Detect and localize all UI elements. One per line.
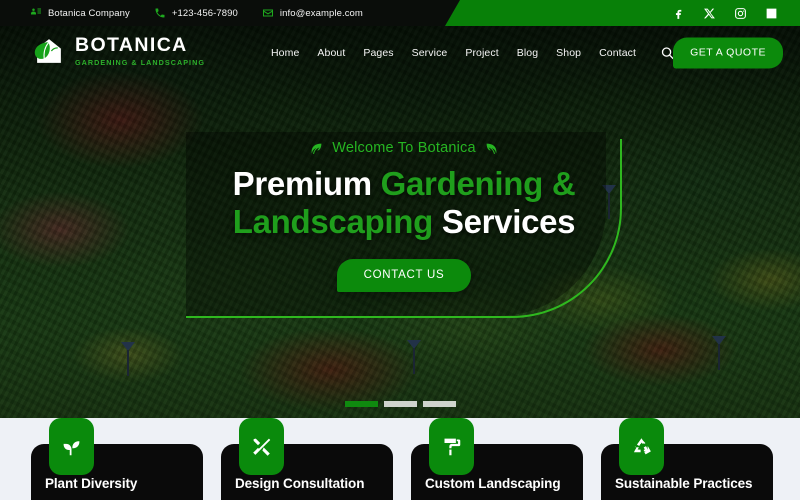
slider-dot-1[interactable] [344, 401, 378, 407]
topbar-phone[interactable]: +123-456-7890 [154, 7, 238, 19]
logo-tagline: GARDENING & LANDSCAPING [75, 57, 205, 67]
phone-icon [154, 7, 166, 19]
hero-heading-part: Gardening & [380, 165, 576, 202]
hero-eyebrow-label: Welcome To Botanica [332, 140, 476, 156]
hero-heading-part: Premium [232, 165, 381, 202]
topbar-email[interactable]: info@example.com [262, 7, 363, 19]
feature-card-title: Custom Landscaping [425, 476, 561, 491]
get-a-quote-button[interactable]: GET A QUOTE [673, 37, 783, 68]
hero-heading: Premium Gardening & Landscaping Services [186, 165, 622, 242]
logo-name: BOTANICA [75, 34, 188, 57]
logo-text: BOTANICA GARDENING & LANDSCAPING [75, 36, 205, 66]
nav-item-about[interactable]: About [308, 47, 354, 59]
feature-cards: Plant Diversity Design Consultation Cust… [0, 418, 800, 500]
hero-slider-indicators [0, 401, 800, 407]
logo[interactable]: BOTANICA GARDENING & LANDSCAPING [30, 32, 205, 70]
main-navigation: Home About Pages Service Project Blog Sh… [262, 26, 645, 79]
feature-card-title: Plant Diversity [45, 476, 138, 491]
mail-icon [262, 7, 274, 19]
linkedin-icon[interactable] [765, 7, 778, 20]
contact-us-button[interactable]: CONTACT US [336, 258, 472, 292]
paint-roller-icon [429, 418, 474, 475]
nav-item-shop[interactable]: Shop [547, 47, 590, 59]
hero-heading-part: Landscaping [232, 203, 434, 241]
recycle-icon [619, 418, 664, 475]
nav-item-project[interactable]: Project [456, 47, 507, 59]
feature-card-design-consultation[interactable]: Design Consultation [221, 418, 393, 500]
features-section: Plant Diversity Design Consultation Cust… [0, 418, 800, 500]
hero-content: Welcome To Botanica Premium Gardening & … [186, 140, 622, 292]
company-icon [30, 7, 42, 19]
x-twitter-icon[interactable] [703, 7, 716, 20]
topbar-company[interactable]: Botanica Company [30, 7, 130, 19]
hero-heading-part: Services [432, 203, 576, 241]
topbar-email-label: info@example.com [279, 7, 363, 19]
top-bar-contact-list: Botanica Company +123-456-7890 info@exam… [30, 0, 387, 26]
top-bar: Botanica Company +123-456-7890 info@exam… [0, 0, 800, 26]
feature-card-sustainable-practices[interactable]: Sustainable Practices [601, 418, 773, 500]
instagram-icon[interactable] [734, 7, 747, 20]
hero-eyebrow: Welcome To Botanica [186, 140, 622, 156]
botanica-leaf-house-icon [30, 32, 68, 70]
nav-item-blog[interactable]: Blog [508, 47, 547, 59]
slider-dot-3[interactable] [422, 401, 456, 407]
nav-item-pages[interactable]: Pages [354, 47, 402, 59]
nav-item-contact[interactable]: Contact [590, 47, 645, 59]
site-header: BOTANICA GARDENING & LANDSCAPING Home Ab… [0, 26, 800, 79]
leaf-icon [485, 142, 498, 155]
topbar-phone-label: +123-456-7890 [171, 7, 238, 19]
feature-card-title: Design Consultation [235, 476, 365, 491]
slider-dot-2[interactable] [383, 401, 417, 407]
facebook-icon[interactable] [672, 7, 685, 20]
feature-card-custom-landscaping[interactable]: Custom Landscaping [411, 418, 583, 500]
seedling-icon [49, 418, 94, 475]
tools-icon [239, 418, 284, 475]
nav-item-home[interactable]: Home [262, 47, 308, 59]
feature-card-plant-diversity[interactable]: Plant Diversity [31, 418, 203, 500]
topbar-company-label: Botanica Company [48, 7, 130, 19]
social-links [672, 0, 778, 26]
feature-card-title: Sustainable Practices [615, 476, 753, 491]
nav-item-service[interactable]: Service [403, 47, 457, 59]
leaf-icon [310, 142, 323, 155]
